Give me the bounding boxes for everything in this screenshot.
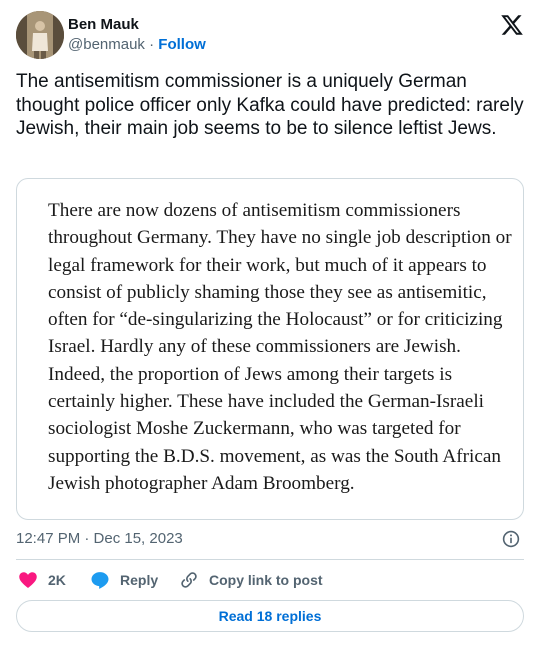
post-header: Ben Mauk @benmauk · Follow bbox=[16, 11, 524, 61]
media-image[interactable]: There are now dozens of antisemitism com… bbox=[16, 178, 524, 520]
heart-icon bbox=[19, 572, 37, 588]
action-bar: 2K Reply Copy link to post bbox=[16, 568, 524, 592]
post-timestamp[interactable]: 12:47 PM · Dec 15, 2023 bbox=[16, 530, 183, 547]
follow-button[interactable]: Follow bbox=[158, 36, 206, 53]
like-count: 2K bbox=[48, 572, 66, 588]
like-button[interactable]: 2K bbox=[18, 568, 66, 592]
author-display-name[interactable]: Ben Mauk bbox=[68, 15, 206, 35]
info-icon[interactable] bbox=[502, 530, 520, 548]
copy-link-label: Copy link to post bbox=[209, 572, 323, 588]
x-logo-icon[interactable] bbox=[500, 13, 524, 37]
quoted-article-text: There are now dozens of antisemitism com… bbox=[48, 200, 512, 494]
handle-separator: · bbox=[149, 36, 155, 53]
avatar[interactable] bbox=[16, 11, 64, 59]
author-info: Ben Mauk @benmauk · Follow bbox=[68, 15, 206, 55]
author-handle[interactable]: @benmauk bbox=[68, 36, 145, 53]
speech-bubble-icon bbox=[91, 572, 109, 589]
link-icon bbox=[181, 572, 197, 588]
reply-label: Reply bbox=[120, 572, 159, 588]
post-text: The antisemitism commissioner is a uniqu… bbox=[16, 71, 524, 139]
avatar-photo bbox=[16, 11, 64, 59]
author-handle-row: @benmauk · Follow bbox=[68, 35, 206, 55]
post-meta: 12:47 PM · Dec 15, 2023 bbox=[16, 528, 524, 550]
divider bbox=[16, 559, 524, 560]
read-replies-button[interactable]: Read 18 replies bbox=[16, 600, 524, 632]
reply-button[interactable]: Reply bbox=[90, 568, 158, 592]
post-card: Ben Mauk @benmauk · Follow The antisemit… bbox=[0, 0, 540, 647]
copy-link-button[interactable]: Copy link to post bbox=[179, 568, 323, 592]
